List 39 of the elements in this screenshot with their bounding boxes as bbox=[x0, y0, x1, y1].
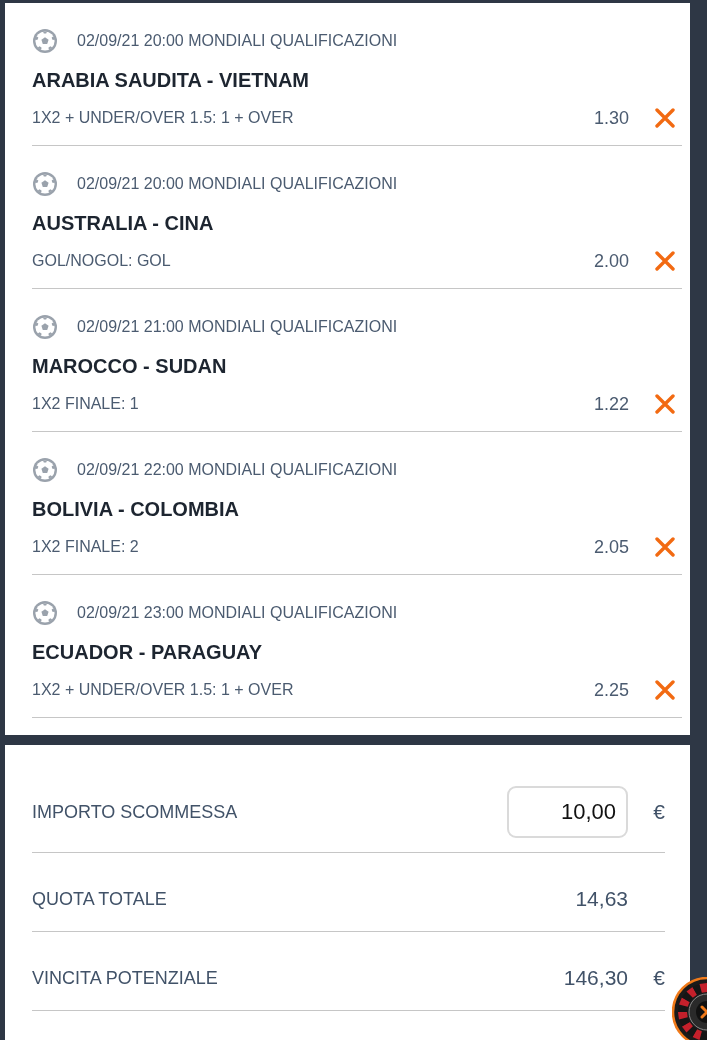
close-icon[interactable] bbox=[655, 394, 675, 414]
bet-market: GOL/NOGOL: GOL bbox=[32, 252, 172, 270]
soccer-ball-icon bbox=[33, 601, 57, 625]
currency-symbol: € bbox=[653, 966, 665, 990]
soccer-ball-icon bbox=[33, 29, 57, 53]
summary-value: 146,30 bbox=[563, 966, 628, 990]
close-icon[interactable] bbox=[655, 537, 675, 557]
bet-market: 1X2 + UNDER/OVER 1.5: 1 + OVER bbox=[32, 109, 295, 127]
odds-value: 2.00 bbox=[593, 250, 629, 272]
bet-market: 1X2 + UNDER/OVER 1.5: 1 + OVER bbox=[32, 681, 295, 699]
soccer-ball-icon bbox=[33, 172, 57, 196]
odds-value: 1.30 bbox=[593, 107, 629, 129]
event-date-competition: 02/09/21 22:00 MONDIALI QUALIFICAZIONI bbox=[77, 461, 398, 479]
bet-market: 1X2 FINALE: 2 bbox=[32, 538, 140, 556]
odds-value: 2.05 bbox=[593, 536, 629, 558]
match-name: ECUADOR - PARAGUAY bbox=[32, 640, 264, 665]
soccer-ball-icon bbox=[33, 315, 57, 339]
roulette-wheel-icon[interactable] bbox=[672, 977, 707, 1040]
event-date-competition: 02/09/21 20:00 MONDIALI QUALIFICAZIONI bbox=[77, 175, 398, 193]
bet-market: 1X2 FINALE: 1 bbox=[32, 395, 140, 413]
close-icon[interactable] bbox=[655, 108, 675, 128]
match-name: MAROCCO - SUDAN bbox=[32, 354, 228, 379]
match-name: ARABIA SAUDITA - VIETNAM bbox=[32, 68, 311, 93]
event-date-competition: 02/09/21 23:00 MONDIALI QUALIFICAZIONI bbox=[77, 604, 398, 622]
summary-value: 14,63 bbox=[575, 887, 628, 911]
currency-symbol: € bbox=[653, 800, 665, 824]
stake-input-field[interactable]: 10,00 bbox=[507, 786, 628, 838]
odds-value: 2.25 bbox=[593, 679, 629, 701]
odds-value: 1.22 bbox=[593, 393, 629, 415]
close-icon[interactable] bbox=[655, 251, 675, 271]
match-name: BOLIVIA - COLOMBIA bbox=[32, 497, 241, 522]
event-date-competition: 02/09/21 21:00 MONDIALI QUALIFICAZIONI bbox=[77, 318, 398, 336]
event-date-competition: 02/09/21 20:00 MONDIALI QUALIFICAZIONI bbox=[77, 32, 398, 50]
summary-label: VINCITA POTENZIALE bbox=[32, 967, 219, 989]
soccer-ball-icon bbox=[33, 458, 57, 482]
summary-label: IMPORTO SCOMMESSA bbox=[32, 801, 239, 823]
summary-label: QUOTA TOTALE bbox=[32, 888, 168, 910]
close-icon[interactable] bbox=[655, 680, 675, 700]
match-name: AUSTRALIA - CINA bbox=[32, 211, 215, 236]
